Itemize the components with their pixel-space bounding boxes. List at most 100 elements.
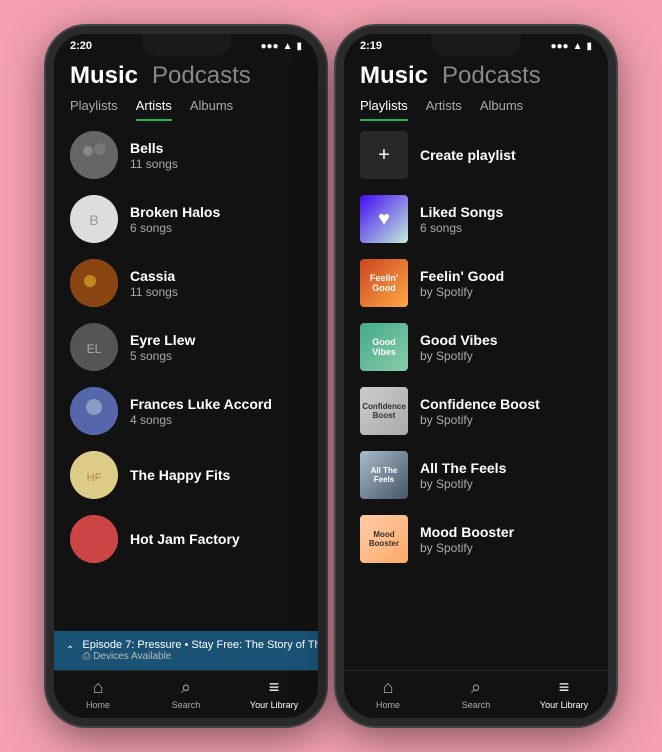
feelin-good-thumb: Feelin' Good (360, 259, 408, 307)
now-playing-sub: ⎙ Devices Available (82, 651, 318, 662)
nav-home-label-1: Home (86, 700, 110, 710)
bottom-nav-1: ⌂ Home ⌕ Search ≡ Your Library (54, 670, 318, 718)
nav-home-1[interactable]: ⌂ Home (54, 677, 142, 710)
list-item[interactable]: B Broken Halos 6 songs (54, 187, 318, 251)
create-playlist-label: Create playlist (420, 147, 592, 163)
list-item[interactable]: Good Vibes Good Vibes by Spotify (344, 315, 608, 379)
liked-songs-thumb: ♥ (360, 195, 408, 243)
item-info-liked: Liked Songs 6 songs (420, 204, 592, 235)
good-vibes-sub: by Spotify (420, 349, 592, 363)
artist-name-happy: The Happy Fits (130, 467, 302, 483)
tab-playlists-2[interactable]: Playlists (360, 98, 408, 121)
nav-library-label-2: Your Library (540, 700, 588, 710)
music-title-2: Music (360, 62, 428, 90)
svg-text:B: B (89, 212, 98, 228)
podcasts-title-1: Podcasts (152, 62, 251, 90)
artist-name-broken: Broken Halos (130, 204, 302, 220)
item-info-eyre: Eyre Llew 5 songs (130, 332, 302, 363)
phone-2: 2:19 ●●● ▲ ▮ Music Podcasts Playlists Ar… (336, 26, 616, 726)
item-info-create: Create playlist (420, 147, 592, 163)
tab-albums-2[interactable]: Albums (480, 98, 523, 121)
artist-name-frances: Frances Luke Accord (130, 396, 302, 412)
list-item[interactable]: Mood Booster Mood Booster by Spotify (344, 507, 608, 571)
list-item[interactable]: Feelin' Good Feelin' Good by Spotify (344, 251, 608, 315)
nav-library-label-1: Your Library (250, 700, 298, 710)
artist-name-bells: Bells (130, 140, 302, 156)
liked-songs-label: Liked Songs (420, 204, 592, 220)
tab-albums-1[interactable]: Albums (190, 98, 233, 121)
now-playing-info: Episode 7: Pressure • Stay Free: The Sto… (82, 639, 318, 662)
artist-name-eyre: Eyre Llew (130, 332, 302, 348)
artist-thumb-hot (70, 515, 118, 563)
item-info-hot: Hot Jam Factory (130, 531, 302, 548)
mood-booster-sub: by Spotify (420, 541, 592, 555)
nav-library-1[interactable]: ≡ Your Library (230, 677, 318, 710)
svg-text:HF: HF (87, 472, 102, 484)
battery-icon-2: ▮ (586, 41, 592, 52)
home-icon-2: ⌂ (383, 677, 394, 698)
nav-search-label-1: Search (172, 700, 201, 710)
list-item[interactable]: Confidence Boost Confidence Boost by Spo… (344, 379, 608, 443)
good-vibes-label: Good Vibes (420, 332, 592, 348)
list-item[interactable]: EL Eyre Llew 5 songs (54, 315, 318, 379)
tab-artists-2[interactable]: Artists (426, 98, 462, 121)
status-icons-1: ●●● ▲ ▮ (260, 41, 302, 52)
signal-icon-2: ●●● (550, 41, 568, 52)
item-info-happy: The Happy Fits (130, 467, 302, 484)
item-info-confidence: Confidence Boost by Spotify (420, 396, 592, 427)
playlists-list: + Create playlist ♥ Liked Songs 6 songs (344, 123, 608, 670)
item-info-broken: Broken Halos 6 songs (130, 204, 302, 235)
feelin-good-label: Feelin' Good (420, 268, 592, 284)
music-title-1: Music (70, 62, 138, 90)
list-item[interactable]: Cassia 11 songs (54, 251, 318, 315)
confidence-boost-thumb: Confidence Boost (360, 387, 408, 435)
home-icon-1: ⌂ (93, 677, 104, 698)
confidence-boost-label: Confidence Boost (420, 396, 592, 412)
nav-home-2[interactable]: ⌂ Home (344, 677, 432, 710)
status-time-2: 2:19 (360, 40, 382, 52)
phone-1: 2:20 ●●● ▲ ▮ Music Podcasts Playlists Ar… (46, 26, 326, 726)
list-item[interactable]: All The Feels All The Feels by Spotify (344, 443, 608, 507)
nav-search-1[interactable]: ⌕ Search (142, 677, 230, 710)
item-info-goodvibes: Good Vibes by Spotify (420, 332, 592, 363)
good-vibes-thumb: Good Vibes (360, 323, 408, 371)
item-info-bells: Bells 11 songs (130, 140, 302, 171)
item-info-allfeels: All The Feels by Spotify (420, 460, 592, 491)
podcasts-title-2: Podcasts (442, 62, 541, 90)
list-item[interactable]: Hot Jam Factory (54, 507, 318, 571)
artist-thumb-broken: B (70, 195, 118, 243)
now-playing-text: Episode 7: Pressure • Stay Free: The Sto… (82, 639, 318, 651)
artist-songs-frances: 4 songs (130, 413, 302, 427)
liked-songs-sub: 6 songs (420, 221, 592, 235)
svg-text:EL: EL (87, 342, 102, 356)
battery-icon-1: ▮ (296, 41, 302, 52)
app-header-2: Music Podcasts Playlists Artists Albums (344, 54, 608, 123)
app-header-1: Music Podcasts Playlists Artists Albums (54, 54, 318, 123)
status-bar-1: 2:20 ●●● ▲ ▮ (54, 34, 318, 54)
nav-search-2[interactable]: ⌕ Search (432, 677, 520, 710)
tab-playlists-1[interactable]: Playlists (70, 98, 118, 121)
heart-icon: ♥ (378, 208, 390, 231)
nav-library-2[interactable]: ≡ Your Library (520, 677, 608, 710)
list-item[interactable]: Bells 11 songs (54, 123, 318, 187)
artist-thumb-happy: HF (70, 451, 118, 499)
artist-name-cassia: Cassia (130, 268, 302, 284)
search-icon-1: ⌕ (181, 677, 191, 698)
artist-thumb-bells (70, 131, 118, 179)
now-playing-bar[interactable]: ⌃ Episode 7: Pressure • Stay Free: The S… (54, 631, 318, 670)
list-item[interactable]: Frances Luke Accord 4 songs (54, 379, 318, 443)
liked-songs-item[interactable]: ♥ Liked Songs 6 songs (344, 187, 608, 251)
status-bar-2: 2:19 ●●● ▲ ▮ (344, 34, 608, 54)
artist-songs-broken: 6 songs (130, 221, 302, 235)
all-the-feels-thumb: All The Feels (360, 451, 408, 499)
library-icon-2: ≡ (559, 677, 570, 698)
create-playlist-item[interactable]: + Create playlist (344, 123, 608, 187)
mood-booster-thumb: Mood Booster (360, 515, 408, 563)
artists-list: Bells 11 songs B Broken Halos 6 songs (54, 123, 318, 631)
artist-thumb-cassia (70, 259, 118, 307)
search-icon-2: ⌕ (471, 677, 481, 698)
bottom-nav-2: ⌂ Home ⌕ Search ≡ Your Library (344, 670, 608, 718)
tab-artists-1[interactable]: Artists (136, 98, 172, 121)
list-item[interactable]: HF The Happy Fits (54, 443, 318, 507)
feelin-good-sub: by Spotify (420, 285, 592, 299)
